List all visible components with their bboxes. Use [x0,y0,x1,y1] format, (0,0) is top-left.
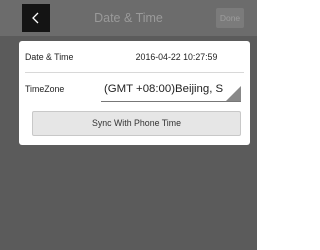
screen: Date & Time Done Date & Time 2016-04-22 … [0,0,257,250]
back-button[interactable] [22,4,50,32]
timezone-label: TimeZone [25,84,65,94]
done-button[interactable]: Done [216,8,244,28]
dropdown-caret-icon [226,86,241,101]
datetime-value: 2016-04-22 10:27:59 [135,52,218,62]
datetime-row: Date & Time 2016-04-22 10:27:59 [19,41,250,73]
sync-with-phone-time-button[interactable]: Sync With Phone Time [32,111,241,136]
chevron-left-icon [30,11,42,25]
timezone-select[interactable]: (GMT +08:00)Beijing, S [101,77,241,102]
page-title: Date & Time [94,11,163,25]
timezone-value: (GMT +08:00)Beijing, S [104,83,224,95]
timezone-row: TimeZone (GMT +08:00)Beijing, S [19,73,250,105]
settings-card: Date & Time 2016-04-22 10:27:59 TimeZone… [19,41,250,145]
datetime-label: Date & Time [25,52,74,62]
header-bar: Date & Time Done [0,0,257,36]
